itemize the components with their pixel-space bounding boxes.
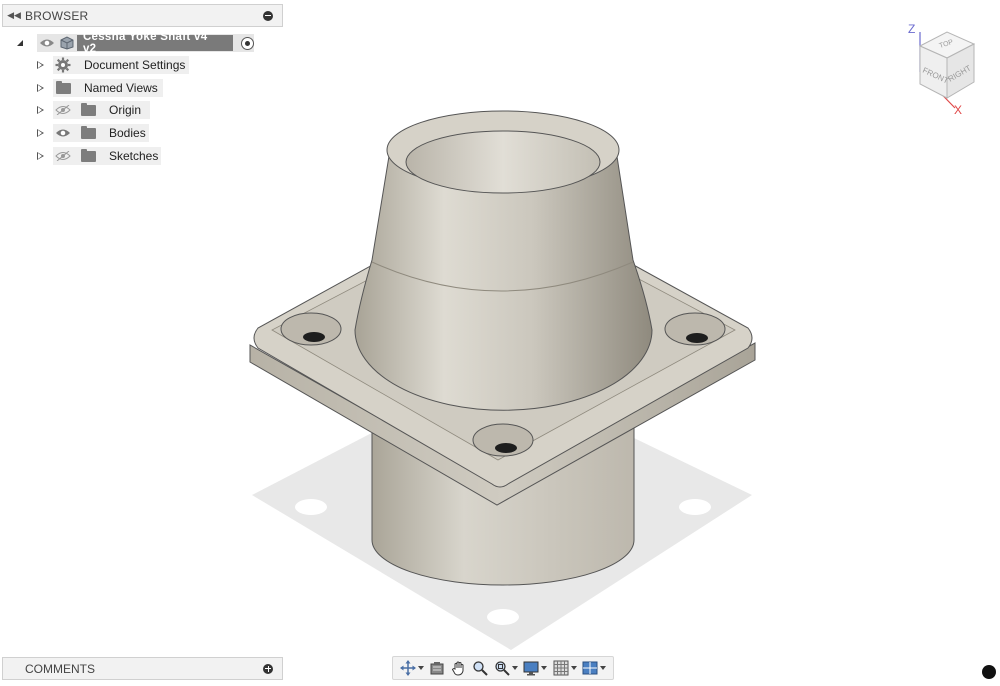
tree-item-named-views[interactable]: Named Views	[0, 78, 170, 98]
collapse-panel-icon[interactable]: ◀◀	[3, 10, 25, 21]
expand-root-icon[interactable]	[17, 40, 23, 46]
orbit-tool[interactable]	[399, 658, 424, 678]
zoom-icon	[473, 661, 488, 676]
cone-boss	[354, 110, 653, 411]
tree-item-label: Origin	[109, 103, 142, 117]
tree-item-label: Named Views	[84, 81, 158, 95]
root-component-label: Cessna Yoke Shaft v4 v2	[76, 31, 234, 55]
expand-icon[interactable]	[37, 129, 44, 137]
expand-icon[interactable]	[37, 84, 44, 92]
look-at-icon	[430, 662, 444, 675]
visibility-eye-icon[interactable]	[39, 38, 55, 48]
display-settings-tool[interactable]	[523, 658, 548, 678]
component-icon	[60, 36, 74, 50]
viewports-tool[interactable]	[582, 658, 607, 678]
display-settings-icon	[523, 661, 539, 675]
pan-tool[interactable]	[451, 658, 467, 678]
tree-item-origin[interactable]: Origin	[0, 100, 160, 120]
minimize-panel-icon[interactable]	[263, 10, 273, 21]
expand-icon[interactable]	[37, 61, 44, 69]
app-logo-icon[interactable]	[982, 665, 996, 679]
tree-item-label: Sketches	[109, 149, 159, 163]
visibility-hidden-icon[interactable]	[55, 151, 71, 161]
browser-title: BROWSER	[25, 8, 89, 23]
zoom-tool[interactable]	[472, 658, 488, 678]
grid-icon	[553, 660, 569, 676]
x-axis-label: X	[954, 103, 962, 115]
z-axis-label: Z	[908, 22, 915, 36]
tree-item-label: Document Settings	[84, 58, 186, 72]
fit-zoom-tool[interactable]	[494, 658, 518, 678]
folder-icon	[81, 148, 96, 162]
expand-icon[interactable]	[37, 152, 44, 160]
folder-icon	[81, 125, 96, 139]
grid-tool[interactable]	[553, 658, 577, 678]
folder-icon	[81, 102, 96, 116]
tree-root-item[interactable]: Cessna Yoke Shaft v4 v2	[37, 31, 254, 55]
comments-title: COMMENTS	[25, 661, 95, 676]
orbit-icon	[399, 660, 416, 676]
visibility-hidden-icon[interactable]	[55, 105, 71, 115]
browser-panel-header[interactable]: ◀◀ BROWSER	[2, 4, 283, 27]
activate-component-radio[interactable]	[241, 36, 254, 50]
comments-panel[interactable]: COMMENTS	[2, 657, 283, 680]
folder-icon	[56, 80, 71, 94]
look-at-tool[interactable]	[429, 658, 445, 678]
tree-item-bodies[interactable]: Bodies	[0, 123, 160, 143]
viewports-icon	[582, 661, 598, 675]
pan-hand-icon	[451, 661, 464, 676]
navigation-toolbar	[392, 656, 614, 680]
tree-root-row[interactable]	[0, 33, 33, 53]
expand-icon[interactable]	[37, 106, 44, 114]
tree-item-label: Bodies	[109, 126, 146, 140]
tree-item-sketches[interactable]: Sketches	[0, 146, 170, 166]
tree-item-document-settings[interactable]: Document Settings	[0, 55, 200, 75]
fit-zoom-icon	[495, 661, 510, 676]
visibility-eye-icon[interactable]	[55, 128, 71, 138]
viewcube[interactable]: Z X TOP FRONT RIGHT	[900, 20, 985, 115]
gear-icon	[55, 57, 71, 73]
add-comment-button[interactable]	[263, 663, 273, 674]
